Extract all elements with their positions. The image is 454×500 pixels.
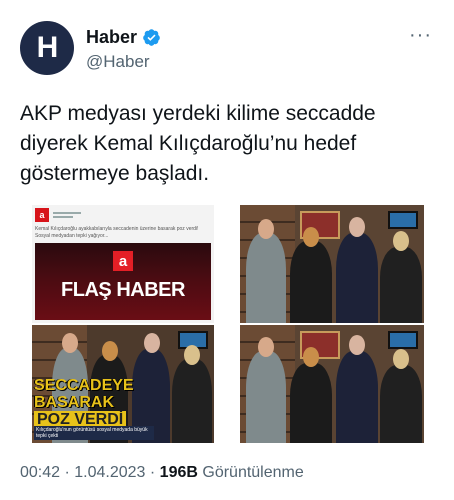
- author-name-row[interactable]: Haber: [86, 27, 161, 48]
- person-4: [380, 365, 422, 443]
- tweet-meta: 00:42 · 1.04.2023 · 196B Görüntülenme: [20, 464, 304, 482]
- person-1-head: [62, 333, 78, 353]
- person-3-head: [349, 335, 365, 355]
- person-2: [290, 241, 332, 323]
- avatar[interactable]: H: [20, 21, 74, 75]
- person-2-head: [303, 227, 319, 247]
- views-label: Görüntülenme: [197, 464, 304, 481]
- tweet-text: AKP medyası yerdeki kilime seccadde diye…: [20, 102, 376, 185]
- person-4: [172, 359, 212, 443]
- headline-caption: Kılıçdaroğlu'nun görüntüsü sosyal medyad…: [34, 426, 154, 440]
- tweet-media[interactable]: a Kemal Kılıçdaroğlu ayakkabılarıyla sec…: [20, 201, 434, 446]
- person-1-head: [258, 337, 274, 357]
- mini-post-header: a: [35, 208, 81, 222]
- person-2: [290, 363, 332, 443]
- person-1-head: [258, 219, 274, 239]
- meta-separator: ·: [60, 464, 75, 481]
- media-panel-photo-1[interactable]: [240, 205, 424, 323]
- person-3-head: [349, 217, 365, 237]
- meta-separator: ·: [145, 464, 160, 481]
- display-name[interactable]: Haber: [86, 27, 137, 48]
- person-3: [336, 351, 378, 443]
- avatar-logo: H: [36, 31, 59, 64]
- flash-haber-text: FLAŞ HABER: [61, 279, 185, 301]
- person-4: [380, 247, 422, 323]
- headline-line-1: SECCADEYE: [34, 377, 134, 394]
- more-options-icon[interactable]: ···: [409, 24, 432, 47]
- mini-account-lines: [53, 212, 81, 218]
- media-panel-photo-2[interactable]: [240, 325, 424, 443]
- person-4-head: [393, 349, 409, 369]
- person-4-head: [184, 345, 200, 365]
- a-haber-red-logo: a: [113, 251, 133, 271]
- media-panel-screenshot[interactable]: a Kemal Kılıçdaroğlu ayakkabılarıyla sec…: [32, 205, 214, 323]
- flash-haber-banner: a FLAŞ HABER: [35, 243, 211, 320]
- person-1: [246, 351, 286, 443]
- person-2-head: [303, 347, 319, 367]
- tv-screen: [388, 211, 418, 229]
- tv-screen: [388, 331, 418, 349]
- person-1: [246, 233, 286, 323]
- tweet-date[interactable]: 1.04.2023: [74, 464, 145, 481]
- views-count: 196B: [159, 464, 198, 481]
- verified-badge-icon: [143, 29, 160, 46]
- person-4-head: [393, 231, 409, 251]
- person-3: [336, 233, 378, 323]
- a-haber-logo: a: [35, 208, 49, 222]
- media-panel-headline-photo[interactable]: SECCADEYE BASARAK POZ VERDİ Kılıçdaroğlu…: [32, 325, 214, 443]
- mini-post-text: Kemal Kılıçdaroğlu ayakkabılarıyla secca…: [35, 226, 199, 239]
- headline-line-2: BASARAK: [34, 394, 114, 411]
- person-2-head: [102, 341, 118, 361]
- headline-overlay: SECCADEYE BASARAK POZ VERDİ: [34, 377, 146, 428]
- tweet-time[interactable]: 00:42: [20, 464, 60, 481]
- author-handle[interactable]: @Haber: [86, 52, 150, 72]
- person-3-head: [144, 333, 160, 353]
